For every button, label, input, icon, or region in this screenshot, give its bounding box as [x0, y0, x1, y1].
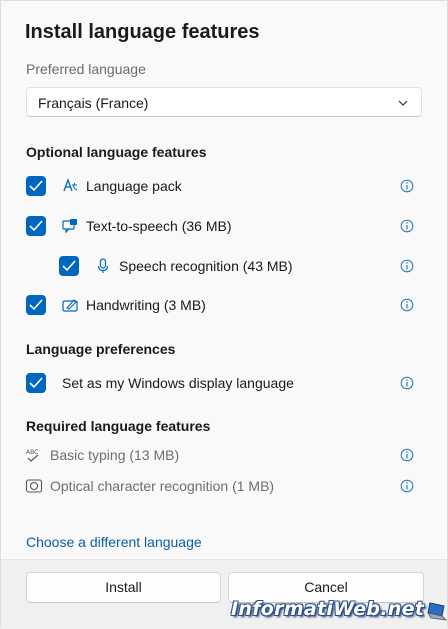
info-icon[interactable]	[400, 259, 414, 273]
basic-typing-label: Basic typing (13 MB)	[50, 447, 180, 463]
feature-row-language-pack: Language pack	[1, 175, 448, 199]
svg-text:ABC: ABC	[26, 449, 38, 456]
text-to-speech-checkbox[interactable]	[26, 216, 46, 236]
required-row-ocr: Optical character recognition (1 MB)	[1, 475, 448, 499]
display-language-label: Set as my Windows display language	[62, 375, 294, 391]
preferred-language-value: Français (France)	[38, 95, 149, 111]
ocr-icon	[25, 477, 43, 495]
handwriting-label: Handwriting (3 MB)	[86, 297, 206, 313]
feature-row-speech-recognition: Speech recognition (43 MB)	[1, 255, 448, 279]
info-icon[interactable]	[400, 298, 414, 312]
dialog-title: Install language features	[25, 21, 260, 43]
basic-typing-icon: ABC	[25, 446, 43, 464]
info-icon[interactable]	[400, 479, 414, 493]
info-icon[interactable]	[400, 448, 414, 462]
required-features-heading: Required language features	[26, 418, 211, 434]
install-language-features-dialog: Install language features Preferred lang…	[0, 0, 448, 629]
preferred-language-label: Preferred language	[26, 61, 146, 77]
language-pack-checkbox[interactable]	[26, 176, 46, 196]
display-language-row: Set as my Windows display language	[1, 372, 448, 396]
choose-different-language-link[interactable]: Choose a different language	[26, 534, 202, 550]
ocr-label: Optical character recognition (1 MB)	[50, 478, 275, 494]
optional-features-heading: Optional language features	[26, 144, 207, 160]
chevron-down-icon	[397, 96, 409, 108]
info-icon[interactable]	[400, 219, 414, 233]
install-button[interactable]: Install	[26, 572, 221, 603]
speech-recognition-label: Speech recognition (43 MB)	[119, 258, 293, 274]
info-icon[interactable]	[400, 376, 414, 390]
feature-row-handwriting: Handwriting (3 MB)	[1, 294, 448, 318]
laptop-icon	[427, 601, 448, 628]
language-pack-label: Language pack	[86, 178, 182, 194]
feature-row-text-to-speech: Text-to-speech (36 MB)	[1, 215, 448, 239]
text-to-speech-label: Text-to-speech (36 MB)	[86, 218, 232, 234]
language-pack-icon	[61, 177, 79, 195]
language-preferences-heading: Language preferences	[26, 341, 176, 357]
speech-recognition-checkbox[interactable]	[59, 256, 79, 276]
info-icon[interactable]	[400, 179, 414, 193]
watermark-text: InformatiWeb.net	[231, 598, 425, 620]
preferred-language-dropdown[interactable]: Français (France)	[26, 87, 422, 117]
handwriting-checkbox[interactable]	[26, 295, 46, 315]
display-language-checkbox[interactable]	[26, 373, 46, 393]
text-to-speech-icon	[61, 217, 79, 235]
handwriting-icon	[61, 296, 79, 314]
watermark: InformatiWeb.net	[231, 597, 448, 628]
microphone-icon	[94, 257, 112, 275]
required-row-basic-typing: ABC Basic typing (13 MB)	[1, 444, 448, 468]
